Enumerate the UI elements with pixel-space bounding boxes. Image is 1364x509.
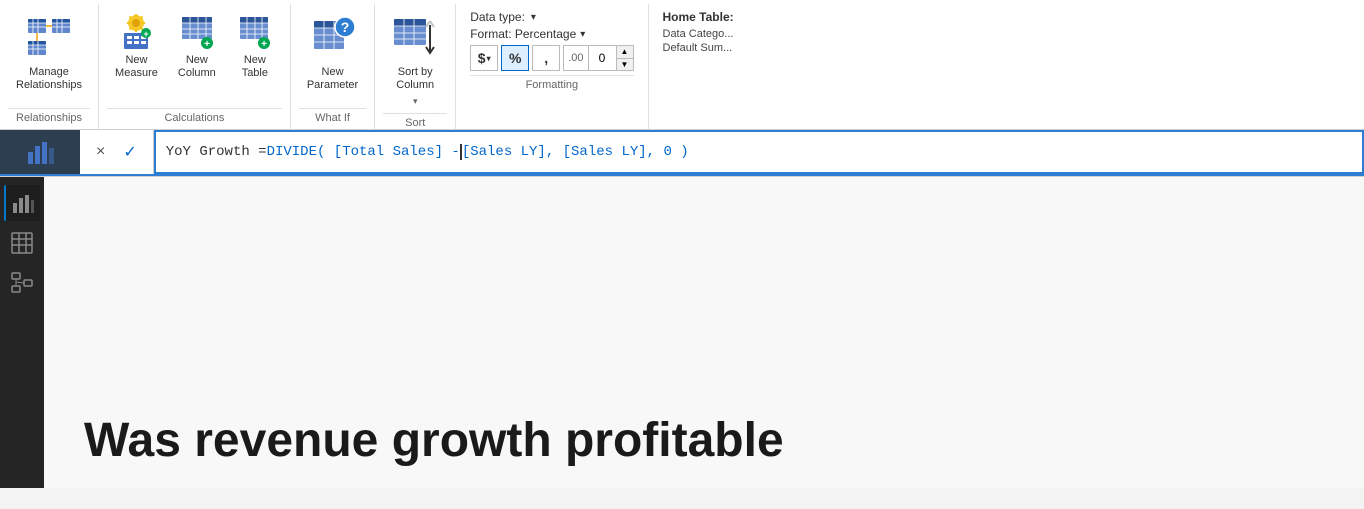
dollar-dropdown: ▾: [487, 54, 491, 63]
what-if-items: ? NewParameter: [299, 4, 366, 106]
formula-body: DIVIDE( [Total Sales] -: [267, 144, 460, 160]
home-table-title: Home Table:: [663, 10, 734, 28]
model-sidebar-icon: [11, 272, 33, 294]
svg-text:+: +: [204, 39, 210, 50]
data-type-label: Data type:: [470, 10, 525, 24]
decimal-down-button[interactable]: ▼: [617, 58, 633, 70]
comma-button[interactable]: ,: [532, 45, 560, 71]
content-title: Was revenue growth profitable: [84, 415, 784, 468]
manage-rel-svg: [26, 15, 72, 61]
percent-button[interactable]: %: [501, 45, 529, 71]
relationships-group-label: Relationships: [8, 108, 90, 129]
format-label: Format: Percentage: [470, 27, 576, 41]
svg-text:?: ?: [340, 19, 349, 35]
formula-confirm-button[interactable]: ✓: [119, 140, 140, 164]
formula-bar-icon: [0, 130, 80, 174]
chart-view-icon: [26, 138, 54, 166]
formula-input[interactable]: YoY Growth = DIVIDE( [Total Sales] - [Sa…: [154, 130, 1364, 174]
left-sidebar: [0, 177, 44, 488]
formula-prefix: YoY Growth =: [166, 144, 267, 160]
relationships-items: ManageRelationships: [8, 4, 90, 106]
what-if-group-label: What If: [299, 108, 366, 129]
manage-relationships-icon: [25, 14, 73, 62]
format-dropdown-icon: ▾: [580, 29, 585, 40]
new-column-button[interactable]: + NewColumn: [170, 10, 224, 84]
new-parameter-icon: ?: [309, 14, 357, 62]
new-parameter-button[interactable]: ? NewParameter: [299, 10, 366, 96]
formula-actions: × ✓: [80, 130, 154, 174]
decimal-up-button[interactable]: ▲: [617, 46, 633, 58]
decimal-prefix: .00: [564, 46, 587, 70]
formula-cancel-button[interactable]: ×: [92, 141, 109, 163]
sort-by-column-label: Sort byColumn: [396, 66, 434, 92]
sidebar-item-chart[interactable]: [4, 185, 40, 221]
manage-relationships-label: ManageRelationships: [16, 66, 82, 92]
sidebar-item-table[interactable]: [4, 225, 40, 261]
new-measure-button[interactable]: + NewMeasure: [107, 10, 166, 84]
new-parameter-label: NewParameter: [307, 66, 358, 92]
content-area: Was revenue growth profitable: [44, 177, 1364, 488]
data-type-dropdown-icon: ▾: [531, 12, 536, 23]
decimal-input[interactable]: [588, 46, 616, 70]
new-measure-label: NewMeasure: [115, 54, 158, 80]
sort-by-column-button[interactable]: Sort byColumn ▾: [383, 10, 447, 111]
new-column-label: NewColumn: [178, 54, 216, 80]
relationships-group: ManageRelationships Relationships: [0, 4, 99, 129]
table-sidebar-icon: [11, 232, 33, 254]
formatting-group-label: Formatting: [470, 75, 633, 96]
new-table-icon: +: [237, 14, 273, 50]
manage-relationships-button[interactable]: ManageRelationships: [8, 10, 90, 96]
dollar-label: $: [478, 50, 486, 66]
home-table-group: Home Table: Data Catego... Default Sum..…: [649, 4, 748, 129]
calculations-items: + NewMeasure: [107, 4, 282, 106]
formula-suffix: [Sales LY], [Sales LY], 0 ): [462, 144, 689, 160]
decimal-spinner: .00 ▲ ▼: [563, 45, 633, 71]
new-table-label: NewTable: [242, 54, 268, 80]
spinner-controls: ▲ ▼: [616, 46, 633, 70]
dollar-button[interactable]: $ ▾: [470, 45, 498, 71]
new-table-button[interactable]: + NewTable: [228, 10, 282, 84]
default-sum-item: Default Sum...: [663, 42, 734, 54]
sort-items: Sort byColumn ▾: [383, 4, 447, 111]
new-measure-icon: +: [118, 14, 154, 50]
sort-dropdown-indicator: ▾: [413, 96, 418, 107]
sidebar-item-model[interactable]: [4, 265, 40, 301]
comma-label: ,: [544, 50, 548, 66]
ribbon: ManageRelationships Relationships: [0, 0, 1364, 177]
percent-label: %: [509, 50, 521, 66]
formula-bar: × ✓ YoY Growth = DIVIDE( [Total Sales] -…: [0, 130, 1364, 176]
what-if-group: ? NewParameter What If: [291, 4, 375, 129]
format-row[interactable]: Format: Percentage ▾: [470, 27, 633, 45]
format-buttons-row: $ ▾ % , .00 ▲ ▼: [470, 45, 633, 71]
formatting-group: Data type: ▾ Format: Percentage ▾ $ ▾ % …: [456, 4, 648, 129]
svg-text:+: +: [144, 29, 149, 39]
calculations-group: + NewMeasure: [99, 4, 291, 129]
ribbon-toolbar: ManageRelationships Relationships: [0, 0, 1364, 130]
calculations-group-label: Calculations: [107, 108, 282, 129]
sort-by-column-icon: [391, 14, 439, 62]
svg-text:+: +: [261, 39, 267, 50]
main-area: Was revenue growth profitable: [0, 177, 1364, 488]
chart-sidebar-icon: [12, 192, 34, 214]
data-type-row: Data type: ▾: [470, 10, 633, 27]
data-category-item: Data Catego...: [663, 28, 734, 42]
new-column-icon: +: [179, 14, 215, 50]
sort-group: Sort byColumn ▾ Sort: [375, 4, 456, 129]
